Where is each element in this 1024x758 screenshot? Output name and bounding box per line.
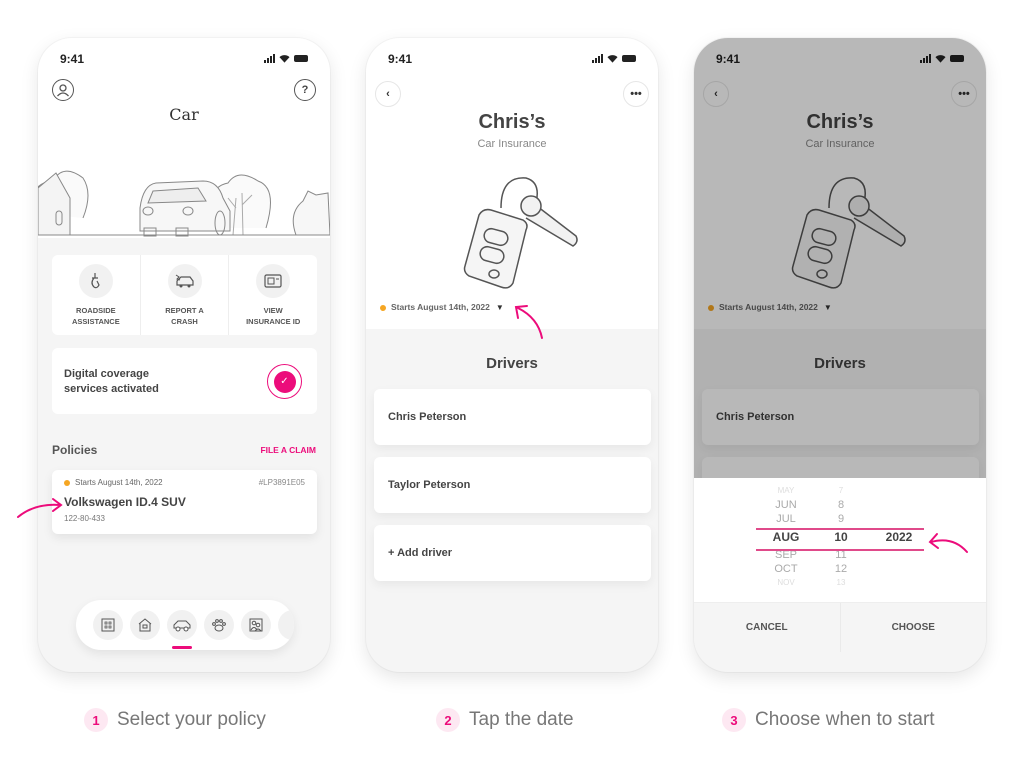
- step-text: Choose when to start: [755, 709, 935, 730]
- ellipsis-icon: •••: [630, 88, 642, 100]
- report-crash-button[interactable]: REPORT A CRASH: [141, 255, 230, 335]
- cancel-button[interactable]: CANCEL: [694, 603, 841, 652]
- car-scene-illustration: [38, 170, 330, 237]
- selection-line-bottom: [756, 549, 924, 551]
- coverage-status-card[interactable]: Digital coverage services activated ✓: [52, 348, 317, 414]
- profile-icon[interactable]: [52, 79, 74, 101]
- policy-vehicle: Volkswagen ID.4 SUV: [64, 495, 186, 509]
- start-date-dropdown[interactable]: Starts August 14th, 2022 ▼: [380, 302, 504, 312]
- step-number: 3: [722, 708, 746, 732]
- car-keys-illustration: [463, 177, 578, 289]
- detail-header: 9:41 ‹ ••• Chris’s Car Insurance: [366, 38, 658, 329]
- help-icon[interactable]: ?: [294, 79, 316, 101]
- phone-screen-date-picker: 9:41 ‹ ••• Chris’s Car Insurance Starts …: [694, 38, 986, 672]
- status-time: 9:41: [60, 52, 85, 66]
- step-number: 2: [436, 708, 460, 732]
- driver-item[interactable]: Taylor Peterson: [374, 457, 651, 513]
- step-caption: 3 Choose when to start: [722, 708, 935, 732]
- day-wheel[interactable]: 7 8 9 10 11 12 13: [826, 484, 856, 590]
- view-insurance-id-button[interactable]: VIEW INSURANCE ID: [229, 255, 317, 335]
- policy-number: 122-80-433: [64, 514, 105, 523]
- step-number: 1: [84, 708, 108, 732]
- roadside-assistance-icon: [78, 264, 113, 298]
- header-area: 9:41 ? Car: [38, 38, 330, 238]
- apartment-icon[interactable]: [93, 610, 123, 640]
- month-wheel[interactable]: MAY JUN JUL AUG SEP OCT NOV: [766, 484, 806, 590]
- family-icon[interactable]: [241, 610, 271, 640]
- file-claim-link[interactable]: FILE A CLAIM: [260, 445, 316, 455]
- step-caption: 2 Tap the date: [436, 708, 574, 732]
- step-text: Tap the date: [469, 709, 574, 730]
- status-dot: [380, 304, 386, 311]
- status-dot: [64, 479, 70, 486]
- home-icon[interactable]: [130, 610, 160, 640]
- check-badge: ✓: [267, 364, 302, 399]
- modal-overlay[interactable]: [694, 38, 986, 478]
- caret-down-icon: ▼: [495, 303, 504, 312]
- policy-type-subtitle: Car Insurance: [477, 138, 547, 150]
- step-text: Select your policy: [117, 709, 266, 730]
- car-icon[interactable]: [167, 610, 197, 649]
- signal-icon: [592, 54, 603, 63]
- back-button[interactable]: ‹: [375, 81, 401, 107]
- signal-icon: [264, 54, 275, 63]
- phone-screen-policy-overview: 9:41 ? Car ROADSIDE ASSISTANCE REPORT A …: [38, 38, 330, 672]
- report-crash-icon: [167, 264, 202, 298]
- chevron-left-icon: ‹: [386, 88, 390, 100]
- phone-screen-policy-detail: 9:41 ‹ ••• Chris’s Car Insurance Starts …: [366, 38, 658, 672]
- more-options-button[interactable]: •••: [623, 81, 649, 107]
- bottom-category-nav: [76, 600, 294, 650]
- selection-line-top: [756, 528, 924, 530]
- more-icon[interactable]: [278, 610, 294, 640]
- policy-card[interactable]: Starts August 14th, 2022 #LP3891E05 Volk…: [52, 470, 317, 534]
- policy-start-date: Starts August 14th, 2022: [75, 478, 163, 487]
- picker-actions: CANCEL CHOOSE: [694, 602, 986, 652]
- checkmark-icon: ✓: [273, 370, 296, 393]
- page-title: Car: [169, 105, 199, 124]
- policies-heading: Policies: [52, 443, 98, 457]
- battery-icon: [622, 55, 636, 62]
- paw-icon[interactable]: [204, 610, 234, 640]
- battery-icon: [294, 55, 308, 62]
- add-driver-button[interactable]: + Add driver: [374, 525, 651, 581]
- status-bar: 9:41: [38, 38, 330, 82]
- driver-item[interactable]: Chris Peterson: [374, 389, 651, 445]
- wifi-icon: [607, 55, 618, 63]
- status-bar: 9:41: [366, 38, 658, 82]
- date-picker[interactable]: MAY JUN JUL AUG SEP OCT NOV 7 8 9 10 11 …: [694, 478, 986, 602]
- choose-button[interactable]: CHOOSE: [841, 603, 987, 652]
- insurance-id-icon: [256, 264, 291, 298]
- coverage-text: Digital coverage services activated: [64, 368, 159, 395]
- step-caption: 1 Select your policy: [84, 708, 266, 732]
- policy-id: #LP3891E05: [258, 478, 305, 487]
- policy-owner-title: Chris’s: [478, 111, 546, 133]
- start-date-text: Starts August 14th, 2022: [391, 302, 490, 312]
- roadside-assistance-button[interactable]: ROADSIDE ASSISTANCE: [52, 255, 141, 335]
- drivers-heading: Drivers: [486, 355, 538, 372]
- wifi-icon: [279, 55, 290, 63]
- quick-actions: ROADSIDE ASSISTANCE REPORT A CRASH VIEW …: [52, 255, 317, 335]
